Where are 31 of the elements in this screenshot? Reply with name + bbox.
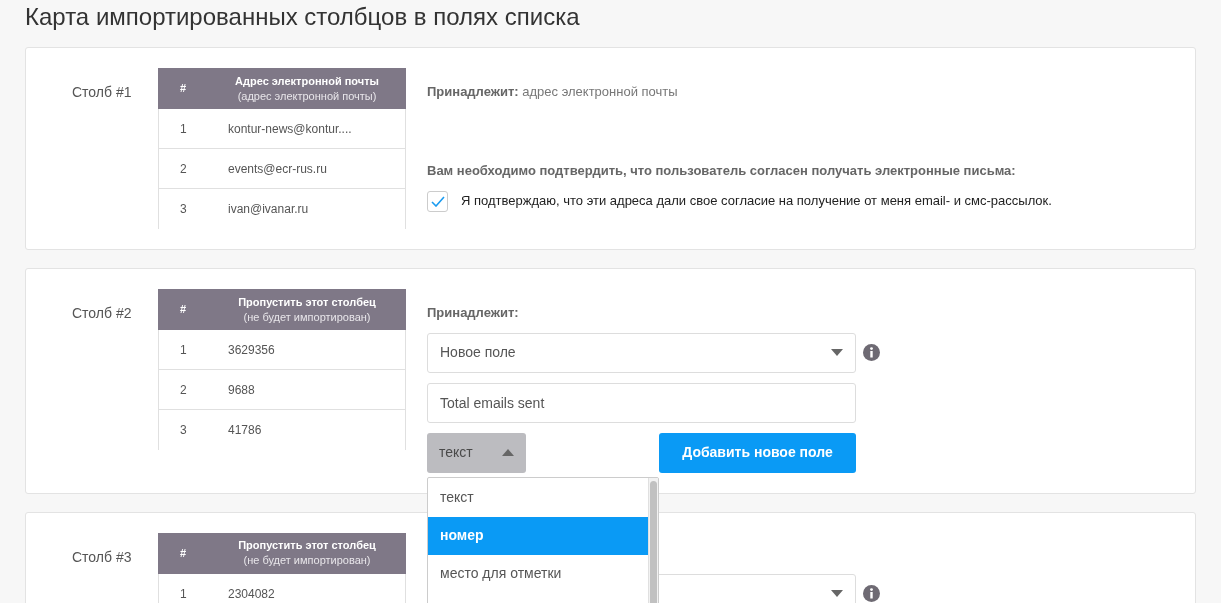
- column-subheading: (не будет импортирован): [243, 553, 371, 568]
- column-number-heading: #: [178, 81, 188, 97]
- table-cell-text: 2304082: [227, 585, 275, 603]
- mapping-text: Принадлежит: адрес электронной почты: [427, 83, 679, 101]
- row-number: 3: [179, 201, 188, 218]
- column-label: Столб #1: [72, 83, 133, 102]
- column-number-heading: #: [178, 302, 188, 318]
- column-heading: Пропустить этот столбец: [238, 294, 376, 310]
- table-cell-text: kontur-news@kontur....: [227, 120, 352, 138]
- row-number: 2: [179, 381, 188, 399]
- row-number: 2: [179, 160, 188, 178]
- column-subheading: (адрес электронной почты): [237, 88, 377, 104]
- column-label: Столб #3: [72, 547, 133, 567]
- table-cell-text: 3629356: [227, 341, 275, 359]
- column-subheading: (не будет импортирован): [243, 309, 371, 325]
- row-number: 3: [179, 422, 188, 439]
- consent-label: Я подтверждаю, что эти адреса дали свое согласие на получение от меня email- и смс-рассылок.: [461, 192, 1052, 211]
- column-label: Столб #2: [72, 304, 133, 323]
- row-number: 1: [179, 585, 188, 603]
- table-cell-text: 9688: [227, 381, 255, 399]
- column-number-heading: #: [178, 545, 188, 561]
- consent-prompt: Вам необходимо подтвердить, что пользователь согласен получать электронные письма:: [427, 162, 1017, 180]
- mapping-label: Принадлежит:: [427, 304, 520, 322]
- table-cell-text: 41786: [227, 422, 262, 439]
- column-heading: Адрес электронной почты: [235, 73, 379, 89]
- table-cell-text: events@ecr-rus.ru: [227, 160, 327, 178]
- column-heading: Пропустить этот столбец: [238, 538, 376, 553]
- row-number: 1: [179, 120, 188, 138]
- page-title: Карта импортированных столбцов в полях списка: [25, 3, 581, 31]
- row-number: 1: [179, 341, 188, 359]
- table-cell-text: ivan@ivanar.ru: [227, 201, 309, 218]
